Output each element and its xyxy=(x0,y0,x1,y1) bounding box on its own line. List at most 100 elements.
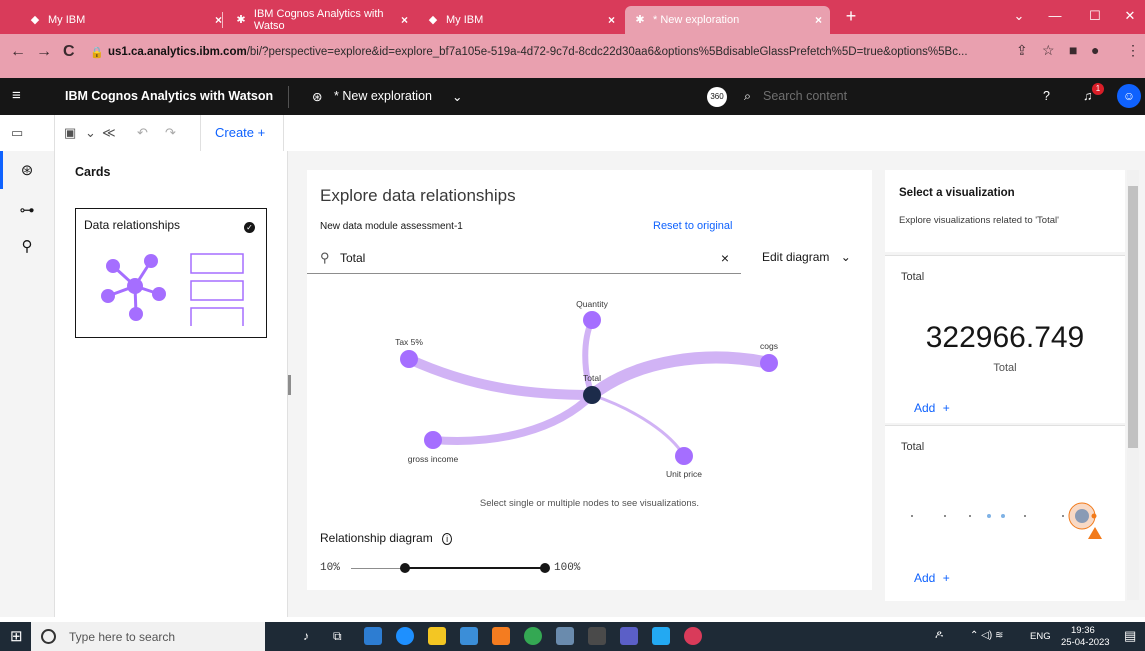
slider-max-handle[interactable] xyxy=(540,563,550,573)
node-quantity[interactable] xyxy=(583,311,601,329)
close-tab-icon[interactable]: × xyxy=(401,13,408,27)
chevron-down-icon[interactable]: ⌄ xyxy=(452,89,462,104)
close-tab-icon[interactable]: × xyxy=(215,13,222,27)
chevron-down-icon: ⌄ xyxy=(840,250,851,264)
viz-card-scatter[interactable]: Total Add + xyxy=(885,425,1125,601)
viz-panel-subtitle: Explore visualizations related to 'Total… xyxy=(899,215,1059,226)
microphone-icon[interactable]: ♪ xyxy=(303,629,309,643)
create-button[interactable]: Create + xyxy=(215,125,265,140)
cards-title: Cards xyxy=(75,165,111,179)
vscode-icon[interactable] xyxy=(652,627,670,645)
explore-heading: Explore data relationships xyxy=(320,186,516,205)
clock-time[interactable]: 19:36 xyxy=(1071,625,1095,636)
data-tree-icon[interactable]: ⊶ xyxy=(0,201,54,219)
node-cogs[interactable] xyxy=(760,354,778,372)
node-gross-income[interactable] xyxy=(424,431,442,449)
new-tab-button[interactable]: + xyxy=(836,6,866,26)
summary-value-label: Total xyxy=(993,362,1017,374)
close-window-icon[interactable]: ✕ xyxy=(1115,6,1145,26)
kindle-app-icon[interactable] xyxy=(588,627,606,645)
node-tax[interactable] xyxy=(400,350,418,368)
share-icon[interactable]: ⇪ xyxy=(1016,42,1028,59)
exploration-title[interactable]: * New exploration xyxy=(334,89,432,103)
splitter-grip-icon[interactable] xyxy=(288,375,291,395)
slider-min-handle[interactable] xyxy=(400,563,410,573)
save-chevron-icon[interactable]: ⌄ xyxy=(85,125,96,141)
maximize-icon[interactable]: ☐ xyxy=(1080,6,1110,26)
url-field[interactable]: us1.ca.analytics.ibm.com/bi/?perspective… xyxy=(108,42,1008,62)
viz-card-title: Total xyxy=(901,441,925,453)
clear-search-icon[interactable]: × xyxy=(721,250,729,266)
vlc-icon[interactable] xyxy=(492,627,510,645)
divider xyxy=(288,86,289,108)
tab-search-chevron-icon[interactable]: ⌄ xyxy=(1004,6,1034,26)
close-tab-icon[interactable]: × xyxy=(608,13,615,27)
relationship-graph[interactable]: Quantity Tax 5% cogs Total gross income … xyxy=(307,280,872,500)
save-icon[interactable]: ▣ xyxy=(64,125,76,141)
file-explorer-icon[interactable] xyxy=(428,627,446,645)
node-total[interactable] xyxy=(583,386,601,404)
add-visualization-button[interactable]: Add + xyxy=(914,571,950,585)
sidepanel-icon[interactable]: ■ xyxy=(1069,42,1077,58)
minimize-icon[interactable]: — xyxy=(1040,6,1070,26)
taskbar-search[interactable]: Type here to search xyxy=(31,622,265,651)
search-content-placeholder[interactable]: Search content xyxy=(763,89,847,103)
relationship-slider[interactable]: 10% 100% xyxy=(307,554,872,584)
back-arrow-icon[interactable]: ← xyxy=(10,43,26,61)
node-unit-price[interactable] xyxy=(675,447,693,465)
slider-selected-range xyxy=(405,567,545,569)
edge-browser-icon[interactable] xyxy=(396,627,414,645)
reset-to-original-link[interactable]: Reset to original xyxy=(653,220,733,232)
pin-icon[interactable]: ⚲ xyxy=(0,237,54,255)
edit-diagram-dropdown[interactable]: Edit diagram ⌄ xyxy=(762,250,851,264)
scrollbar-thumb[interactable] xyxy=(1128,186,1138,448)
tab-cognos[interactable]: ✱ IBM Cognos Analytics with Watso × xyxy=(226,6,416,34)
reload-icon[interactable]: C xyxy=(63,43,75,61)
language-indicator[interactable]: ENG xyxy=(1030,631,1051,642)
task-view-icon[interactable]: ⧉ xyxy=(333,629,342,644)
tab-new-exploration[interactable]: ✱ * New exploration × xyxy=(625,6,830,34)
360-badge[interactable]: 360 xyxy=(707,87,727,107)
rel-label-text: Relationship diagram xyxy=(320,531,433,545)
profile-avatar-icon[interactable]: ● xyxy=(1091,42,1099,58)
share-icon[interactable]: ≪ xyxy=(102,125,116,141)
tab-my-ibm-2[interactable]: ◆ My IBM × xyxy=(418,6,623,34)
add-visualization-button[interactable]: Add + xyxy=(914,401,950,415)
bookmark-star-icon[interactable]: ☆ xyxy=(1042,42,1055,59)
edge-total-unitprice xyxy=(590,393,686,458)
tab-separator xyxy=(222,12,223,28)
comment-icon[interactable]: ▭ xyxy=(11,125,23,141)
checkmark-icon: ✓ xyxy=(244,222,255,233)
viz-card-summary[interactable]: Total 322966.749 Total Add + xyxy=(885,255,1125,423)
forward-arrow-icon[interactable]: → xyxy=(36,43,52,61)
left-rail: ⊛ ⊶ ⚲ xyxy=(0,151,55,617)
photos-app-icon[interactable] xyxy=(556,627,574,645)
mail-app-icon[interactable] xyxy=(364,627,382,645)
chrome-profile-icon[interactable] xyxy=(684,627,702,645)
search-icon[interactable]: ⌕ xyxy=(744,89,751,104)
clock-date[interactable]: 25-04-2023 xyxy=(1061,637,1110,648)
create-label: Create xyxy=(215,125,255,140)
info-icon[interactable]: i xyxy=(442,533,453,545)
notifications-bell-icon[interactable]: ♫ xyxy=(1083,89,1092,103)
people-icon[interactable]: ዶ xyxy=(935,629,943,642)
redo-icon[interactable]: ↷ xyxy=(165,125,176,141)
hamburger-menu-icon[interactable]: ≡ xyxy=(12,87,21,104)
cards-icon[interactable]: ⊛ xyxy=(0,161,54,179)
help-icon[interactable]: ? xyxy=(1043,89,1050,103)
node-search-value[interactable]: Total xyxy=(340,251,365,265)
teams-icon[interactable] xyxy=(620,627,638,645)
close-tab-icon[interactable]: × xyxy=(815,13,822,27)
system-tray-icons[interactable]: ⌃ ◁) ≋ xyxy=(970,630,1003,641)
undo-icon[interactable]: ↶ xyxy=(137,125,148,141)
store-icon[interactable] xyxy=(460,627,478,645)
notification-center-icon[interactable]: ▤ xyxy=(1124,628,1136,644)
tab-my-ibm-1[interactable]: ◆ My IBM × xyxy=(20,6,230,34)
more-menu-icon[interactable]: ⋮ xyxy=(1126,42,1140,59)
windows-start-icon[interactable]: ⊞ xyxy=(10,627,23,645)
node-search-field[interactable]: ⚲ Total × xyxy=(307,243,741,274)
add-label: Add xyxy=(914,571,936,585)
user-avatar-icon[interactable]: ☺ xyxy=(1117,84,1141,108)
data-relationships-card[interactable]: Data relationships ✓ xyxy=(75,208,267,338)
chrome-icon[interactable] xyxy=(524,627,542,645)
